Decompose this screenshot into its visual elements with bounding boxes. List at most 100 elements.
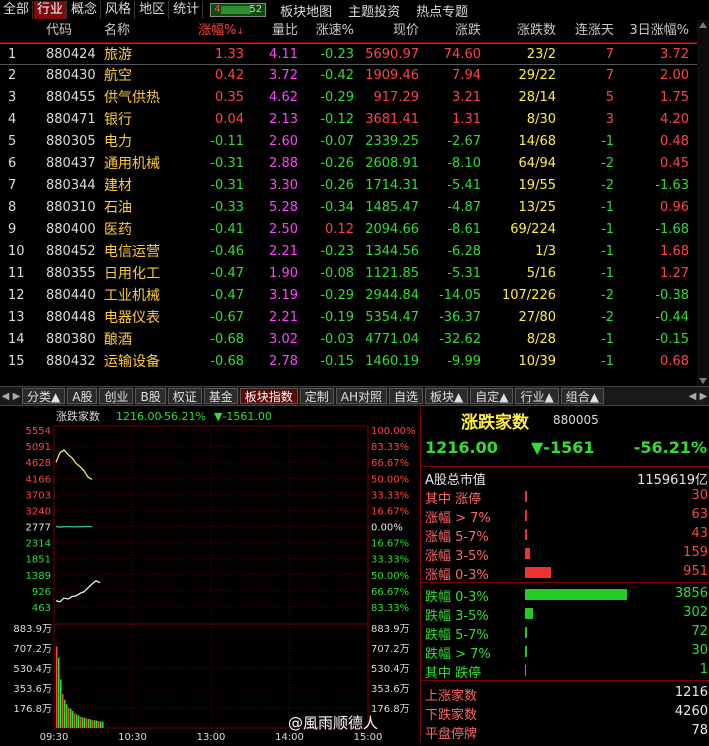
scroll-up-icon[interactable]	[699, 22, 707, 28]
row-speed: -0.07	[320, 134, 354, 149]
market-tab-10[interactable]: 板块▲	[425, 388, 469, 404]
scroll-down-icon[interactable]	[699, 378, 707, 384]
market-tab-11[interactable]: 自定▲	[470, 388, 514, 404]
row-index: 13	[8, 310, 25, 325]
tab-scroll-left-icon[interactable]: ◀	[687, 391, 698, 402]
col-code[interactable]: 代码	[46, 20, 72, 42]
market-tab-8[interactable]: AH对照	[335, 388, 387, 404]
table-row[interactable]: 14 880380 酿酒 -0.68 3.02 -0.03 4771.04 -32.62 8/2…	[0, 329, 709, 351]
table-row[interactable]: 5 880305 电力 -0.11 2.60 -0.07 2339.25 -2.67 14/68…	[0, 131, 709, 153]
table-row[interactable]: 10 880452 电信运营 -0.46 2.21 -0.23 1344.56 -6.28 1/…	[0, 241, 709, 263]
tab-scroll-right-icon[interactable]: ▶	[698, 391, 709, 402]
volume-bar	[72, 711, 74, 728]
row-price: 1460.19	[365, 354, 419, 369]
row-name: 旅游	[104, 47, 132, 63]
down_rows-bar	[525, 646, 527, 657]
market-tab-5[interactable]: 基金	[203, 388, 238, 404]
col-volume-ratio[interactable]: 量比	[272, 20, 298, 42]
row-streak: 5	[605, 90, 614, 105]
market-tab-3[interactable]: B股	[135, 388, 166, 404]
row-3day: -1.63	[655, 178, 689, 193]
row-speed: -0.15	[320, 354, 354, 369]
row-speed: -0.23	[320, 244, 354, 259]
market-tab-13[interactable]: 组合▲	[560, 388, 604, 404]
row-change: 0.35	[215, 90, 244, 105]
table-scrollbar[interactable]	[697, 20, 709, 386]
market-tab-1[interactable]: A股	[67, 388, 98, 404]
table-row[interactable]: 15 880432 运输设备 -0.68 2.78 -0.15 1460.19 -9.99 10…	[0, 351, 709, 373]
tab-right-arrow-icon[interactable]: ▶	[11, 391, 22, 402]
row-speed: -0.08	[320, 266, 354, 281]
table-row[interactable]: 2 880430 航空 0.42 3.72 -0.42 1909.46 7.94 29/22 7 2…	[0, 65, 709, 87]
tab-1[interactable]: 行业	[34, 1, 68, 19]
range-slider[interactable]: 4 52	[210, 3, 267, 17]
table-row[interactable]: 6 880437 通用机械 -0.31 2.88 -0.26 2608.91 -8.10 64/…	[0, 153, 709, 175]
table-row[interactable]: 11 880355 日用化工 -0.47 1.90 -0.08 1121.85 -5.31 5/…	[0, 263, 709, 285]
volume-bar	[92, 720, 94, 728]
table-row[interactable]: 1 880424 旅游 1.33 4.11 -0.23 5690.97 74.60 23/2 7 3…	[0, 43, 709, 65]
down_rows-row: 跌幅 3-5% 302	[421, 604, 709, 624]
table-row[interactable]: 8 880310 石油 -0.33 5.28 -0.34 1485.47 -4.87 13/25…	[0, 197, 709, 219]
col-streak[interactable]: 连涨天	[575, 20, 614, 42]
quote-panel: 涨跌家数 880005 1216.00 ▼-1561 -56.21% A股总市值…	[420, 406, 709, 742]
time-tick: 13:00	[197, 732, 226, 742]
col-diff[interactable]: 涨跌	[455, 20, 481, 42]
row-code: 880380	[46, 332, 96, 347]
row-change: -0.47	[210, 266, 244, 281]
tab-left-arrow-icon[interactable]: ◀	[0, 391, 11, 402]
col-3day[interactable]: 3日涨幅%	[629, 20, 689, 42]
chart-svg: 涨跌家数 1216.00-56.21% ▼-1561.00 5554 100.00% 50…	[13, 409, 416, 743]
row-3day: 1.75	[660, 90, 689, 105]
tab-2[interactable]: 概念	[68, 1, 102, 19]
col-speed[interactable]: 涨速%	[316, 20, 354, 42]
tab-3[interactable]: 风格	[102, 1, 136, 19]
row-diff: -2.67	[447, 134, 481, 149]
market-tab-4[interactable]: 权证	[167, 388, 202, 404]
table-row[interactable]: 13 880448 电器仪表 -0.67 2.21 -0.19 5354.47 -36.37 2…	[0, 307, 709, 329]
feature-tab-0[interactable]: 板块地图	[280, 1, 332, 20]
row-diff: 74.60	[443, 47, 481, 62]
market-tab-7[interactable]: 定制	[299, 388, 334, 404]
market-tab-9[interactable]: 自选	[389, 388, 424, 404]
tab-0[interactable]: 全部	[0, 1, 34, 19]
chart-header-value: 1216.00	[116, 410, 162, 423]
row-price: 2944.84	[365, 288, 419, 303]
table-row[interactable]: 4 880471 银行 0.04 2.13 -0.12 3681.41 1.31 8/30 3 4.…	[0, 109, 709, 131]
col-updown[interactable]: 涨跌数	[517, 20, 556, 42]
table-row[interactable]: 3 880455 供气供热 0.35 4.62 -0.29 917.29 3.21 28/14 5…	[0, 87, 709, 109]
feature-tab-2[interactable]: 热点专题	[416, 1, 468, 20]
volume-bar	[102, 721, 104, 728]
feature-tab-1[interactable]: 主题投资	[348, 1, 400, 20]
table-row[interactable]: 9 880400 医药 -0.41 2.50 0.12 2094.66 -8.61 69/224…	[0, 219, 709, 241]
row-price: 2608.91	[365, 156, 419, 171]
row-updown: 69/224	[510, 222, 556, 237]
y-tick-right: 83.33%	[371, 442, 409, 453]
market-tab-2[interactable]: 创业	[99, 388, 134, 404]
row-3day: 4.20	[660, 112, 689, 127]
tab-4[interactable]: 地区	[136, 1, 170, 19]
table-row[interactable]: 12 880440 工业机械 -0.47 3.19 -0.29 2944.84 -14.05 1…	[0, 285, 709, 307]
vol-tick-left: 707.2万	[13, 644, 52, 655]
up_rows-label: 涨幅 3-5%	[425, 549, 489, 564]
summary-value: 1216	[674, 685, 708, 700]
table-row[interactable]: 7 880344 建材 -0.31 3.30 -0.26 1714.31 -5.41 19/55…	[0, 175, 709, 197]
market-tab-12[interactable]: 行业▲	[515, 388, 559, 404]
market-tab-0[interactable]: 分类▲	[22, 388, 66, 404]
row-volume-ratio: 3.19	[269, 288, 298, 303]
col-price[interactable]: 现价	[393, 20, 419, 42]
chart-header-name: 涨跌家数	[56, 409, 100, 423]
market-tab-6[interactable]: 板块指数	[239, 388, 298, 404]
up_rows-value: 159	[683, 545, 708, 560]
row-name: 通用机械	[104, 156, 160, 172]
row-index: 7	[8, 178, 17, 193]
volume-bar	[94, 720, 96, 728]
col-name[interactable]: 名称	[104, 20, 130, 42]
y-tick-left: 3240	[26, 506, 51, 517]
row-streak: -2	[601, 310, 614, 325]
col-change[interactable]: 涨幅%↓	[198, 20, 244, 43]
y-tick-right: 100.00%	[371, 426, 416, 437]
row-price: 1485.47	[365, 200, 419, 215]
tab-5[interactable]: 统计	[170, 1, 204, 19]
row-change: 1.33	[215, 47, 244, 62]
intraday-chart[interactable]: 涨跌家数 1216.00 -56.21% ▼-1561.00 5554 100.00% 50…	[0, 406, 420, 743]
